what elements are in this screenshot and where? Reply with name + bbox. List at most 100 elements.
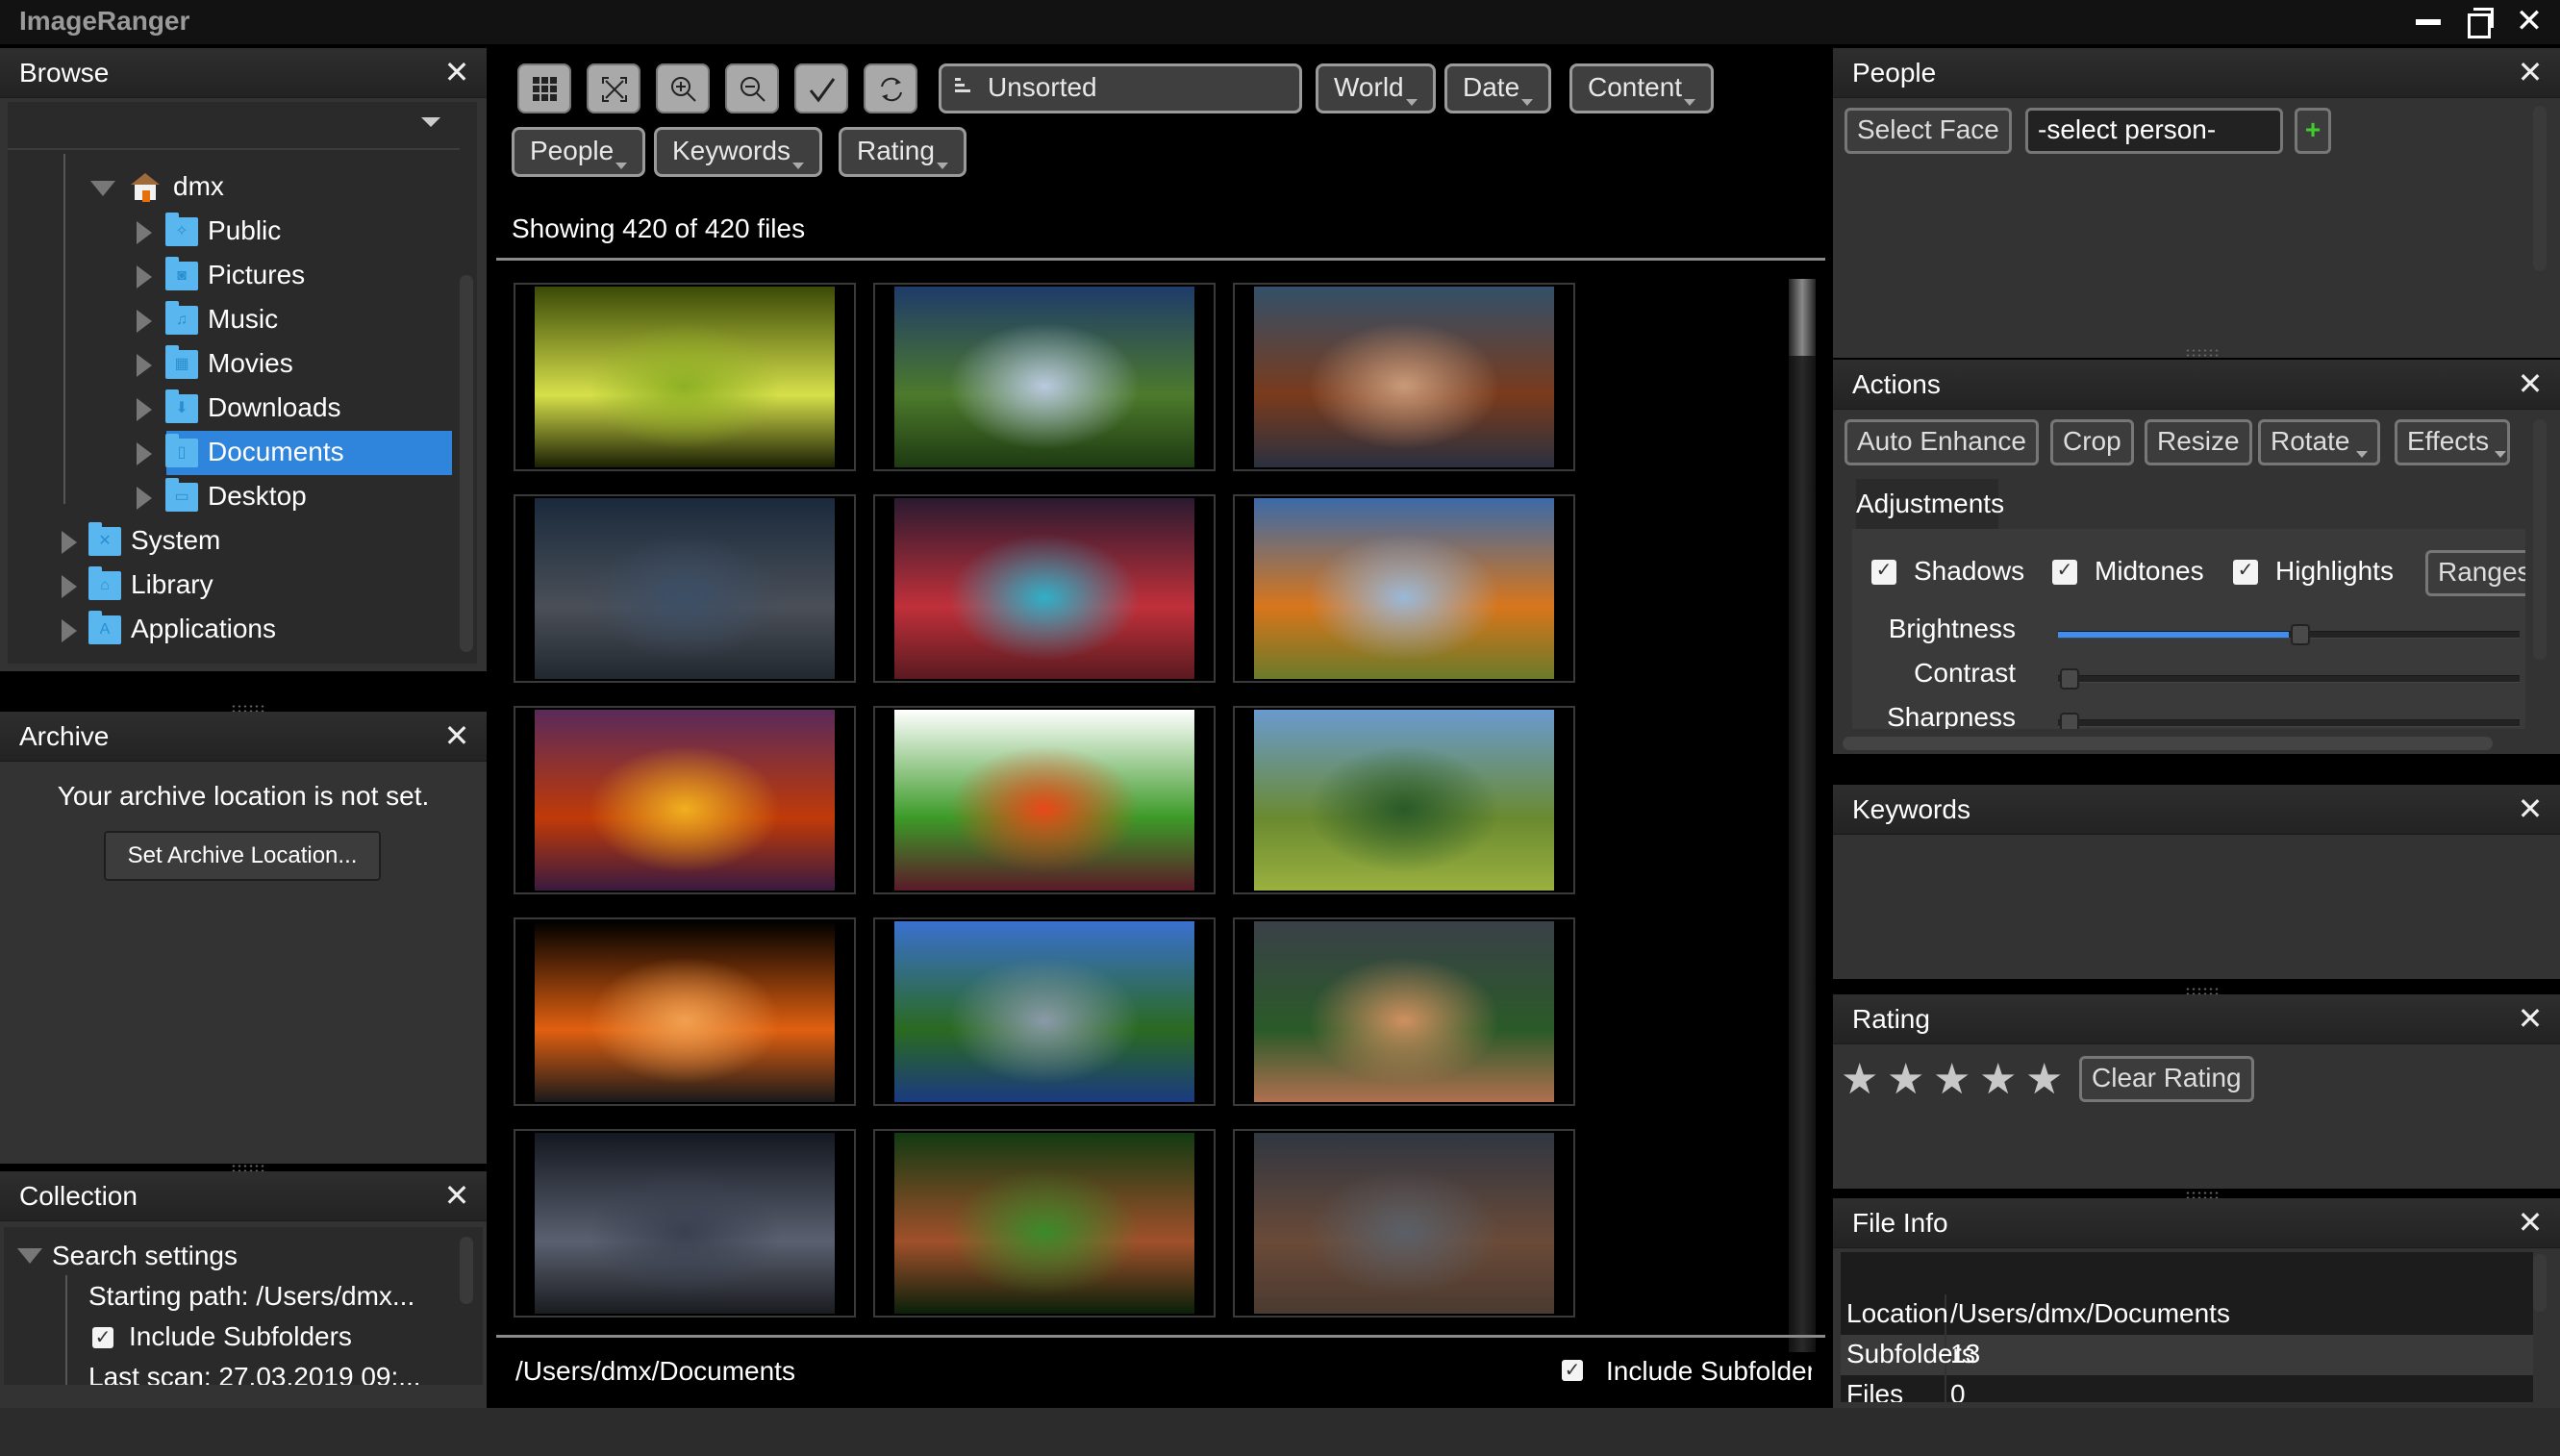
fit-to-screen-button[interactable] bbox=[587, 63, 640, 113]
filter-people-dropdown[interactable]: People bbox=[512, 127, 646, 177]
expand-arrow-icon[interactable] bbox=[137, 265, 152, 289]
slider-thumb[interactable] bbox=[2291, 624, 2310, 645]
thumbnail[interactable] bbox=[1233, 917, 1575, 1106]
close-icon[interactable]: ✕ bbox=[2514, 1002, 2547, 1035]
select-button[interactable] bbox=[794, 63, 848, 113]
star-icon[interactable]: ★ bbox=[1887, 1059, 1927, 1101]
expand-arrow-icon[interactable] bbox=[62, 531, 77, 554]
expand-arrow-icon[interactable] bbox=[137, 221, 152, 244]
tree-item-dmx[interactable]: dmx bbox=[8, 167, 450, 210]
tree-item-downloads[interactable]: ⬇ Downloads bbox=[8, 389, 450, 431]
star-icon[interactable]: ★ bbox=[2025, 1059, 2066, 1101]
filter-content-dropdown[interactable]: Content bbox=[1569, 63, 1715, 113]
filter-rating-dropdown[interactable]: Rating bbox=[839, 127, 966, 177]
restore-icon[interactable] bbox=[2460, 4, 2495, 38]
close-icon[interactable]: ✕ bbox=[440, 719, 473, 752]
close-icon[interactable]: ✕ bbox=[440, 56, 473, 88]
collection-scrollbar[interactable] bbox=[460, 1237, 473, 1304]
browse-scrollbar[interactable] bbox=[460, 275, 473, 652]
tree-item-library[interactable]: ⌂ Library bbox=[8, 565, 450, 608]
actions-hscrollbar[interactable] bbox=[1843, 737, 2493, 750]
highlights-checkbox[interactable]: ✓ bbox=[2233, 560, 2258, 585]
minimize-icon[interactable] bbox=[2410, 4, 2445, 38]
thumbnail[interactable] bbox=[514, 283, 856, 471]
expand-arrow-icon[interactable] bbox=[137, 487, 152, 510]
gallery-scrollbar[interactable] bbox=[1789, 279, 1816, 1352]
gallery-scrollbar-thumb[interactable] bbox=[1789, 279, 1816, 356]
thumbnail[interactable] bbox=[514, 1129, 856, 1318]
close-icon[interactable]: ✕ bbox=[2514, 1206, 2547, 1239]
sharpness-slider[interactable] bbox=[2058, 713, 2520, 729]
filter-date-dropdown[interactable]: Date bbox=[1444, 63, 1552, 113]
set-archive-location-button[interactable]: Set Archive Location... bbox=[104, 831, 381, 881]
thumbnail[interactable] bbox=[1233, 706, 1575, 894]
close-icon[interactable]: ✕ bbox=[2514, 367, 2547, 400]
ranges-button[interactable]: Ranges bbox=[2425, 550, 2525, 596]
thumbnail[interactable] bbox=[873, 917, 1216, 1106]
tree-item-documents[interactable]: ▯ Documents bbox=[8, 433, 450, 475]
sort-dropdown[interactable]: Unsorted bbox=[939, 63, 1302, 113]
actions-scrollbar[interactable] bbox=[2533, 419, 2547, 660]
contrast-slider[interactable] bbox=[2058, 668, 2520, 690]
brightness-slider[interactable] bbox=[2058, 624, 2520, 645]
tree-item-pictures[interactable]: ◙ Pictures bbox=[8, 256, 450, 298]
filter-world-dropdown[interactable]: World bbox=[1316, 63, 1436, 113]
crop-button[interactable]: Crop bbox=[2050, 419, 2134, 465]
filter-keywords-dropdown[interactable]: Keywords bbox=[654, 127, 822, 177]
collapse-arrow-icon[interactable] bbox=[90, 181, 115, 196]
file-info-scrollbar[interactable] bbox=[2533, 1254, 2547, 1312]
expand-arrow-icon[interactable] bbox=[137, 398, 152, 421]
expand-arrow-icon[interactable] bbox=[137, 354, 152, 377]
shadows-checkbox[interactable]: ✓ bbox=[1871, 560, 1896, 585]
include-subfolders-row[interactable]: ✓ Include Subfolders bbox=[92, 1321, 458, 1360]
thumbnail[interactable] bbox=[1233, 1129, 1575, 1318]
close-window-icon[interactable]: ✕ bbox=[2512, 4, 2547, 38]
effects-button[interactable]: Effects bbox=[2395, 419, 2510, 465]
slider-thumb[interactable] bbox=[2060, 668, 2079, 690]
thumbnail[interactable] bbox=[873, 706, 1216, 894]
collapse-arrow-icon[interactable] bbox=[17, 1248, 42, 1264]
person-select[interactable]: -select person- bbox=[2025, 108, 2283, 154]
resize-grip[interactable] bbox=[2185, 348, 2220, 358]
star-icon[interactable]: ★ bbox=[1933, 1059, 1973, 1101]
tree-item-applications[interactable]: A Applications bbox=[8, 610, 450, 652]
tree-item-movies[interactable]: ▦ Movies bbox=[8, 344, 450, 387]
include-subfolders-checkbox[interactable]: ✓ bbox=[92, 1327, 113, 1348]
thumbnail[interactable] bbox=[873, 283, 1216, 471]
tree-item-system[interactable]: ✕ System bbox=[8, 521, 450, 564]
auto-enhance-button[interactable]: Auto Enhance bbox=[1845, 419, 2039, 465]
add-person-button[interactable]: + bbox=[2295, 108, 2331, 154]
midtones-checkbox[interactable]: ✓ bbox=[2052, 560, 2077, 585]
rotate-button[interactable]: Rotate bbox=[2258, 419, 2380, 465]
star-icon[interactable]: ★ bbox=[1979, 1059, 2020, 1101]
expand-arrow-icon[interactable] bbox=[62, 575, 77, 598]
clear-rating-button[interactable]: Clear Rating bbox=[2079, 1056, 2254, 1102]
zoom-out-button[interactable] bbox=[725, 63, 779, 113]
thumbnail[interactable] bbox=[873, 1129, 1216, 1318]
grid-view-button[interactable] bbox=[517, 63, 571, 113]
include-subfolders-checkbox[interactable]: ✓ bbox=[1562, 1360, 1583, 1381]
thumbnail[interactable] bbox=[514, 706, 856, 894]
tab-adjustments[interactable]: Adjustments bbox=[1856, 479, 2004, 529]
tree-item-public[interactable]: ✧ Public bbox=[8, 212, 450, 254]
resize-button[interactable]: Resize bbox=[2145, 419, 2252, 465]
thumbnail[interactable] bbox=[514, 494, 856, 683]
people-scrollbar[interactable] bbox=[2533, 106, 2547, 271]
thumbnail[interactable] bbox=[514, 917, 856, 1106]
expand-arrow-icon[interactable] bbox=[137, 442, 152, 465]
thumbnail[interactable] bbox=[1233, 283, 1575, 471]
star-icon[interactable]: ★ bbox=[1841, 1059, 1881, 1101]
zoom-in-button[interactable] bbox=[656, 63, 710, 113]
close-icon[interactable]: ✕ bbox=[2514, 792, 2547, 825]
tree-item-music[interactable]: ♫ Music bbox=[8, 300, 450, 342]
refresh-button[interactable] bbox=[864, 63, 917, 113]
thumbnail[interactable] bbox=[873, 494, 1216, 683]
select-face-button[interactable]: Select Face bbox=[1845, 108, 2012, 154]
thumbnail[interactable] bbox=[1233, 494, 1575, 683]
expand-arrow-icon[interactable] bbox=[137, 310, 152, 333]
include-subfolders-toggle[interactable]: ✓ Include Subfolders bbox=[1562, 1356, 1812, 1387]
expand-arrow-icon[interactable] bbox=[62, 619, 77, 642]
tree-item-desktop[interactable]: ▭ Desktop bbox=[8, 477, 450, 519]
close-icon[interactable]: ✕ bbox=[440, 1179, 473, 1212]
close-icon[interactable]: ✕ bbox=[2514, 56, 2547, 88]
